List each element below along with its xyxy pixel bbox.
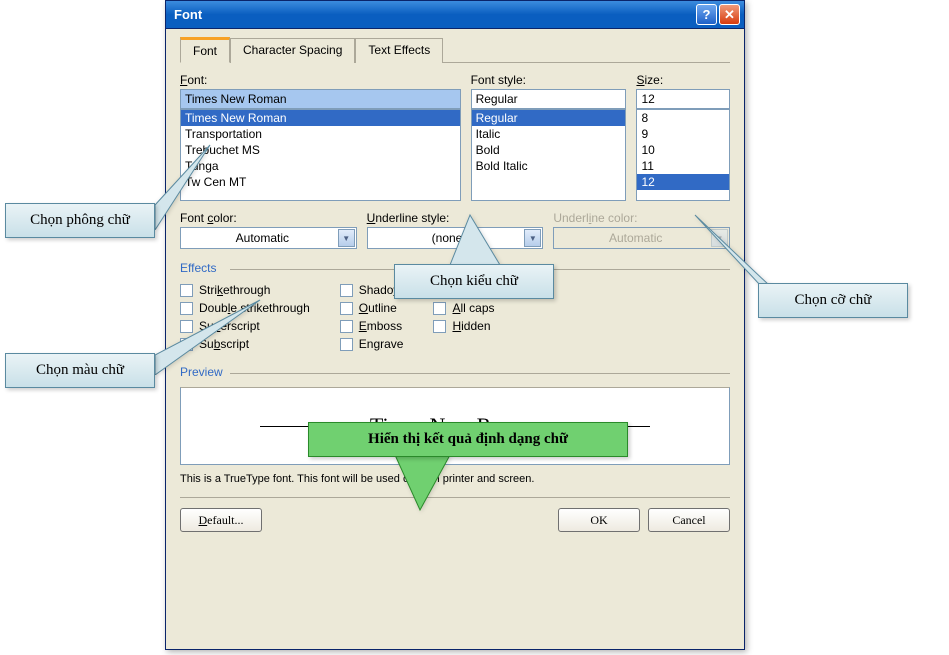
underlinecolor-value: Automatic xyxy=(560,231,711,245)
font-item-tnr[interactable]: Times New Roman xyxy=(181,110,460,126)
size-label: Size: xyxy=(636,73,730,87)
tab-strip: Font Character Spacing Text Effects xyxy=(180,37,730,63)
title-bar: Font ? ✕ xyxy=(166,1,744,29)
cancel-button[interactable]: Cancel xyxy=(648,508,730,532)
chk-allcaps[interactable]: All caps xyxy=(433,301,511,315)
default-button[interactable]: Default... xyxy=(180,508,262,532)
size-item-12[interactable]: 12 xyxy=(637,174,729,190)
fontstyle-list[interactable]: Regular Italic Bold Bold Italic xyxy=(471,109,627,201)
chk-outline[interactable]: Outline xyxy=(340,301,404,315)
callout-pointer-4 xyxy=(150,295,270,375)
style-item-regular[interactable]: Regular xyxy=(472,110,626,126)
tab-character-spacing[interactable]: Character Spacing xyxy=(230,38,355,63)
style-item-bolditalic[interactable]: Bold Italic xyxy=(472,158,626,174)
title-text: Font xyxy=(174,7,694,22)
dropdown-icon: ▼ xyxy=(338,229,355,247)
callout-preview: Hiển thị kết quả định dạng chữ xyxy=(308,422,628,457)
font-row: Font: Times New Roman Transportation Tre… xyxy=(180,73,730,201)
size-list[interactable]: 8 9 10 11 12 xyxy=(636,109,730,201)
callout-fontstyle: Chọn kiểu chữ xyxy=(394,264,554,299)
size-input[interactable] xyxy=(636,89,730,109)
chk-emboss[interactable]: Emboss xyxy=(340,319,404,333)
tab-font[interactable]: Font xyxy=(180,37,230,63)
size-item-8[interactable]: 8 xyxy=(637,110,729,126)
size-item-9[interactable]: 9 xyxy=(637,126,729,142)
font-label: Font: xyxy=(180,73,461,87)
fontcolor-value: Automatic xyxy=(187,231,338,245)
dropdown-icon: ▼ xyxy=(524,229,541,247)
fontstyle-input[interactable] xyxy=(471,89,627,109)
callout-pointer-1 xyxy=(150,140,250,230)
size-item-10[interactable]: 10 xyxy=(637,142,729,158)
style-item-bold[interactable]: Bold xyxy=(472,142,626,158)
size-item-11[interactable]: 11 xyxy=(637,158,729,174)
chk-engrave[interactable]: Engrave xyxy=(340,337,404,351)
fontstyle-label: Font style: xyxy=(471,73,627,87)
tab-text-effects[interactable]: Text Effects xyxy=(355,38,443,63)
callout-fontcolor: Chọn màu chữ xyxy=(5,353,155,388)
style-item-italic[interactable]: Italic xyxy=(472,126,626,142)
ok-button[interactable]: OK xyxy=(558,508,640,532)
close-button[interactable]: ✕ xyxy=(719,4,740,25)
callout-fontsize: Chọn cỡ chữ xyxy=(758,283,908,318)
chk-hidden[interactable]: Hidden xyxy=(433,319,511,333)
fontcolor-combo[interactable]: Automatic ▼ xyxy=(180,227,357,249)
font-input[interactable] xyxy=(180,89,461,109)
callout-pointer-5 xyxy=(390,450,470,520)
callout-font: Chọn phông chữ xyxy=(5,203,155,238)
help-button[interactable]: ? xyxy=(696,4,717,25)
